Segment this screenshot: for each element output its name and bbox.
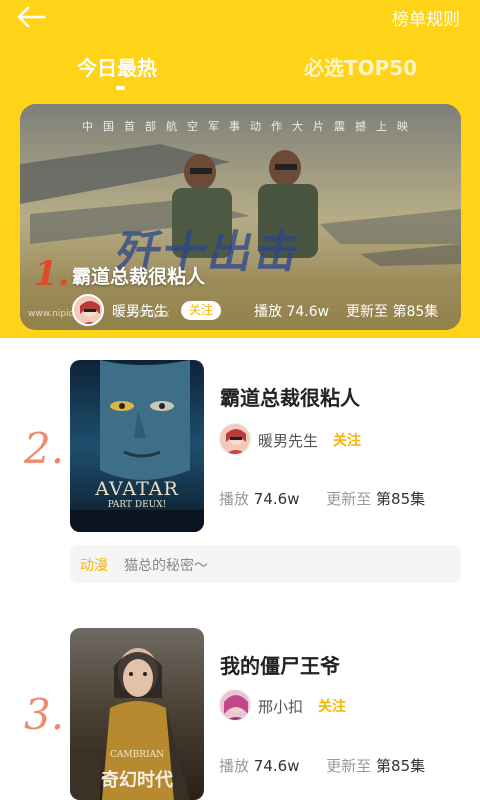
update-status: 更新至 第85集: [346, 304, 439, 320]
author-avatar[interactable]: [72, 294, 104, 326]
author-name[interactable]: 邢小扣: [258, 696, 303, 717]
play-count: 74.6w: [253, 490, 300, 508]
poster-subtitle: PART DEUX!: [107, 500, 167, 510]
play-count: 74.6w: [253, 757, 300, 775]
item-title[interactable]: 霸道总裁很粘人: [220, 382, 360, 411]
play-label: 播放: [219, 490, 250, 508]
update-label: 更新至: [326, 757, 372, 775]
tab-bar: 今日最热 必选TOP50: [0, 46, 480, 96]
poster-subtitle: CAMBRIAN: [110, 750, 164, 760]
rank-number: 1.: [34, 254, 70, 294]
item-title[interactable]: 我的僵尸王爷: [220, 650, 340, 679]
play-label: 播放: [219, 757, 250, 775]
rank-number: 2.: [24, 424, 65, 473]
tab-today-hottest[interactable]: 今日最热: [77, 52, 157, 81]
poster-image[interactable]: AVATAR PART DEUX!: [70, 360, 204, 532]
category-tag: 动漫: [80, 558, 108, 574]
update-label: 更新至: [326, 490, 372, 508]
poster-title: AVATAR: [95, 478, 179, 500]
back-arrow-icon[interactable]: [14, 2, 50, 32]
item-meta: 播放 74.6w 更新至 第85集: [219, 488, 425, 509]
item-meta: 播放 74.6w 更新至 第85集: [219, 755, 425, 776]
episode-count: 第85集: [376, 757, 426, 775]
poster-title: 奇幻时代: [101, 770, 173, 791]
follow-button[interactable]: 关注: [181, 301, 221, 320]
tab-active-indicator: [116, 86, 125, 90]
banner-title[interactable]: 霸道总裁很粘人: [72, 262, 205, 289]
tab-top50[interactable]: 必选TOP50: [304, 52, 417, 81]
featured-banner[interactable]: 中国首部航空军事动作大片震撼上映 歼十出击 www.nipic.com By:b…: [20, 104, 461, 330]
episode-count: 第85集: [376, 490, 426, 508]
follow-button[interactable]: 关注: [318, 696, 346, 716]
item-tag-box[interactable]: 动漫 猫总的秘密～: [70, 545, 461, 583]
author-avatar[interactable]: [219, 689, 251, 721]
header: 榜单规则 今日最热 必选TOP50 中国首部航空军事动作大片震撼上映 歼十出击 …: [0, 0, 480, 338]
poster-tagline: 中国首部航空军事动作大片震撼上映: [82, 120, 418, 133]
item-description: 猫总的秘密～: [124, 558, 208, 574]
rank-number: 3.: [24, 690, 65, 739]
author-avatar[interactable]: [219, 423, 251, 455]
rules-link[interactable]: 榜单规则: [392, 5, 460, 30]
author-name[interactable]: 暖男先生: [258, 430, 318, 451]
play-count: 播放 74.6w: [254, 304, 330, 320]
author-name[interactable]: 暖男先生: [112, 301, 168, 321]
follow-button[interactable]: 关注: [333, 430, 361, 450]
poster-image[interactable]: CAMBRIAN 奇幻时代: [70, 628, 204, 800]
